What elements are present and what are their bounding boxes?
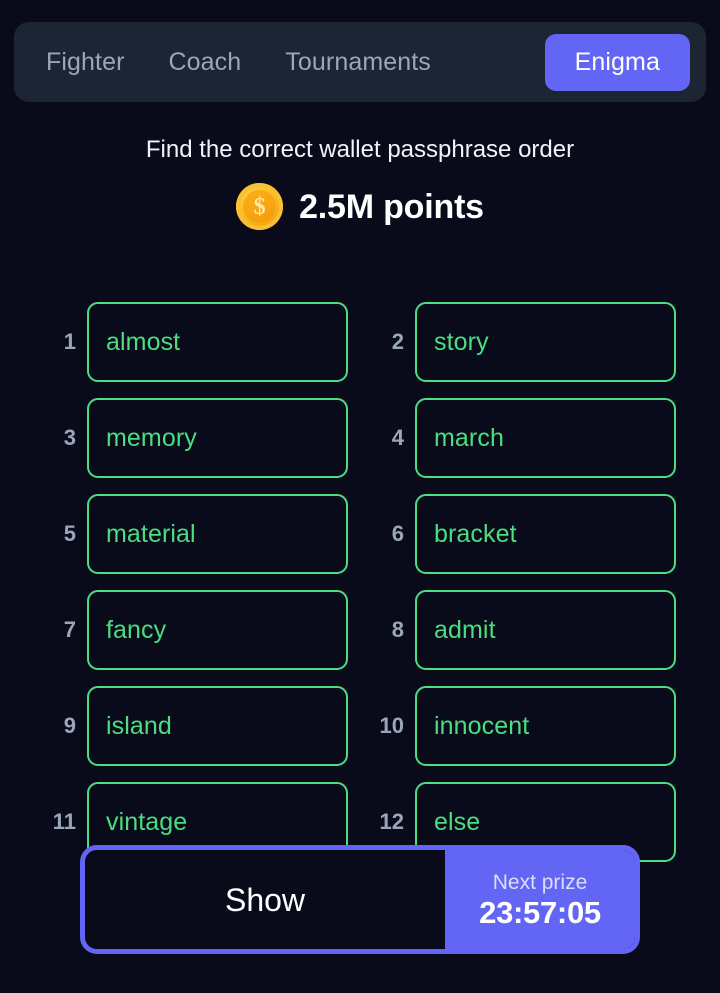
word-box[interactable]: memory [87,398,348,478]
page-subtitle: Find the correct wallet passphrase order [145,136,575,163]
word-label: else [434,807,481,836]
points-row: $ 2.5M points [0,183,720,230]
enigma-screen: Fighter Coach Tournaments Enigma Find th… [0,0,720,993]
word-index: 6 [391,521,404,546]
word-index: 12 [379,809,404,834]
word-label: almost [106,327,181,356]
word-box[interactable]: story [415,302,676,382]
tab-fighter[interactable]: Fighter [24,34,147,91]
coin-dollar-symbol: $ [243,190,277,223]
word-cell: 5 material [44,490,348,578]
tab-tournaments[interactable]: Tournaments [263,34,453,91]
word-index: 11 [52,809,76,834]
word-label: bracket [434,519,517,548]
word-label: admit [434,615,496,644]
word-cell: 4 march [372,394,676,482]
word-label: fancy [106,615,167,644]
word-cell: 1 almost [44,298,348,386]
word-box[interactable]: material [87,494,348,574]
word-cell: 8 admit [372,586,676,674]
tab-enigma[interactable]: Enigma [544,33,690,91]
next-prize-panel: Next prize 23:57:05 [445,850,635,949]
word-label: march [434,423,504,452]
next-prize-label: Next prize [492,870,588,894]
word-box[interactable]: bracket [415,494,676,574]
word-label: island [106,711,172,740]
word-cell: 10 innocent [372,682,676,770]
word-box[interactable]: march [415,398,676,478]
word-label: story [434,327,489,356]
word-index: 4 [391,425,404,450]
next-prize-timer: 23:57:05 [479,894,601,930]
word-label: material [106,519,196,548]
word-index: 7 [63,617,76,642]
word-cell: 7 fancy [44,586,348,674]
coin-icon: $ [236,183,284,230]
tab-coach[interactable]: Coach [147,34,264,91]
word-box[interactable]: innocent [415,686,676,766]
word-box[interactable]: fancy [87,590,348,670]
word-index: 8 [391,617,404,642]
word-index: 9 [63,713,76,738]
word-index: 2 [391,329,404,354]
word-label: vintage [106,807,188,836]
word-box[interactable]: admit [415,590,676,670]
word-index: 1 [63,329,76,354]
action-bar: Show Next prize 23:57:05 [80,845,640,954]
word-box[interactable]: island [87,686,348,766]
word-cell: 3 memory [44,394,348,482]
word-cell: 9 island [44,682,348,770]
word-label: memory [106,423,197,452]
word-label: innocent [434,711,530,740]
word-box[interactable]: almost [87,302,348,382]
word-cell: 6 bracket [372,490,676,578]
word-index: 3 [63,425,76,450]
word-index: 10 [379,713,404,738]
passphrase-grid: 1 almost 2 story 3 memory 4 march 5 mate… [44,298,676,866]
top-tab-bar: Fighter Coach Tournaments Enigma [14,22,706,102]
points-value: 2.5M points [299,187,484,226]
word-cell: 2 story [372,298,676,386]
word-index: 5 [63,521,76,546]
show-button[interactable]: Show [85,850,445,949]
